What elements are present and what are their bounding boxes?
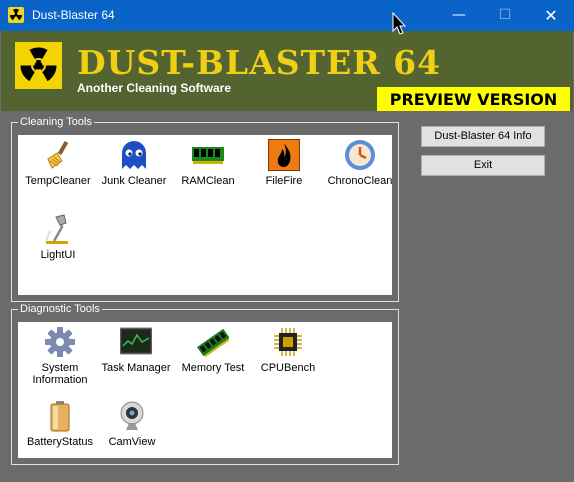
tool-label-line1: System — [41, 362, 79, 374]
tool-system-information[interactable]: System Information — [20, 326, 100, 386]
tool-label: BatteryStatus — [26, 436, 94, 448]
tool-label: Memory Test — [181, 362, 245, 374]
tool-ramclean[interactable]: RAMClean — [168, 139, 248, 187]
broom-icon — [42, 139, 74, 171]
battery-icon — [44, 400, 76, 432]
tool-cpubench[interactable]: CPUBench — [248, 326, 328, 374]
diagnostic-tools-panel: System Information Task Manager Memory T… — [18, 322, 392, 458]
diagnostic-tools-legend: Diagnostic Tools — [20, 303, 100, 315]
cleaning-tools-group: Cleaning Tools TempCleaner Junk Cleaner — [11, 116, 399, 302]
cleaning-tools-legend: Cleaning Tools — [20, 116, 92, 128]
tool-memory-test[interactable]: Memory Test — [173, 326, 253, 374]
app-logo-subtitle: Another Cleaning Software — [77, 81, 232, 95]
maximize-button[interactable]: ☐ — [482, 0, 528, 31]
tool-chronoclean[interactable]: ChronoClean — [320, 139, 400, 187]
tool-lightui[interactable]: LightUI — [18, 213, 98, 261]
monitor-icon — [119, 326, 153, 358]
tool-label: Task Manager — [101, 362, 171, 374]
tool-label: CPUBench — [260, 362, 316, 374]
clock-icon — [344, 139, 376, 171]
tool-junk-cleaner[interactable]: Junk Cleaner — [94, 139, 174, 187]
tool-camview[interactable]: CamView — [92, 400, 172, 448]
gear-icon — [44, 326, 76, 358]
tool-battery-status[interactable]: BatteryStatus — [20, 400, 100, 448]
cleaning-tools-panel: TempCleaner Junk Cleaner RAMClean FileFi… — [18, 135, 392, 295]
memory-stick-icon — [197, 326, 230, 358]
diagnostic-tools-group: Diagnostic Tools System Information Task… — [11, 303, 399, 465]
tool-label: FileFire — [265, 175, 303, 187]
ghost-icon — [118, 139, 150, 171]
tool-label: LightUI — [40, 249, 76, 261]
app-radiation-icon — [8, 7, 24, 23]
window-title: Dust-Blaster 64 — [32, 8, 115, 22]
close-button[interactable]: ✕ — [528, 0, 574, 31]
minimize-button[interactable]: — — [436, 0, 482, 31]
tool-label-line2: Information — [32, 374, 88, 386]
tool-task-manager[interactable]: Task Manager — [96, 326, 176, 374]
webcam-icon — [116, 400, 148, 432]
tool-tempcleaner[interactable]: TempCleaner — [18, 139, 98, 187]
lamp-icon — [42, 213, 74, 245]
header-banner: DUST-BLASTER 64 Another Cleaning Softwar… — [1, 31, 573, 111]
app-logo-title: DUST-BLASTER 64 — [77, 43, 442, 82]
fire-icon — [267, 138, 301, 172]
tool-label: CamView — [108, 436, 156, 448]
title-bar: Dust-Blaster 64 — ☐ ✕ — [0, 0, 574, 31]
tool-filefire[interactable]: FileFire — [244, 138, 324, 187]
mouse-pointer-icon — [392, 11, 407, 40]
tool-label: TempCleaner — [25, 175, 91, 187]
exit-button[interactable]: Exit — [421, 155, 545, 176]
cpu-chip-icon — [272, 326, 304, 358]
ram-icon — [192, 139, 224, 171]
tool-label: ChronoClean — [327, 175, 393, 187]
tool-label: Junk Cleaner — [101, 175, 167, 187]
app-info-button[interactable]: Dust-Blaster 64 Info — [421, 126, 545, 147]
tool-label: RAMClean — [181, 175, 235, 187]
preview-version-badge: PREVIEW VERSION — [377, 87, 570, 111]
radiation-logo-icon — [15, 42, 62, 89]
